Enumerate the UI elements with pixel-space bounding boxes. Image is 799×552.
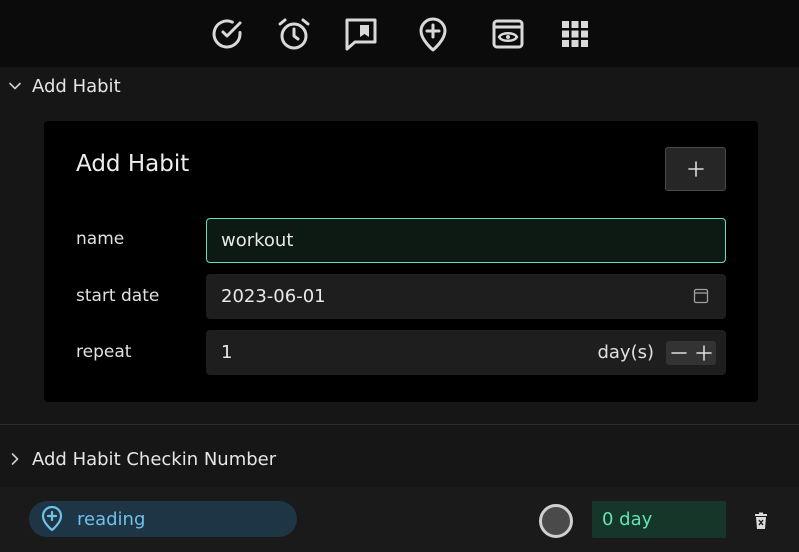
add-habit-button[interactable]: [665, 147, 726, 191]
start-date-value: 2023-06-01: [221, 286, 326, 307]
section-title: Add Habit Checkin Number: [32, 448, 277, 470]
repeat-label: repeat: [76, 342, 132, 362]
card-title: Add Habit: [76, 151, 190, 177]
section-title: Add Habit: [32, 75, 121, 97]
repeat-unit: day(s): [597, 342, 654, 363]
streak-badge: 0 day: [592, 501, 726, 538]
repeat-value: 1: [221, 342, 233, 363]
name-input-value: workout: [221, 230, 294, 251]
repeat-stepper: [666, 341, 716, 365]
plus-icon: [687, 161, 704, 177]
habit-name: reading: [77, 508, 146, 530]
calendar-icon[interactable]: [693, 288, 709, 309]
repeat-input[interactable]: 1 day(s): [206, 330, 726, 375]
comment-bookmark-icon[interactable]: [341, 14, 381, 54]
minus-icon: [670, 352, 687, 354]
section-header-add-habit-checkin-number[interactable]: Add Habit Checkin Number: [0, 440, 799, 478]
habit-tag[interactable]: reading: [29, 501, 297, 537]
decrement-button[interactable]: [668, 342, 690, 364]
check-circle-icon[interactable]: [207, 14, 247, 54]
trash-icon[interactable]: [751, 511, 771, 531]
alarm-clock-icon[interactable]: [274, 14, 314, 54]
increment-button[interactable]: [693, 342, 715, 364]
start-date-picker[interactable]: 2023-06-01: [206, 274, 726, 319]
eye-window-icon[interactable]: [488, 14, 528, 54]
start-date-label: start date: [76, 286, 160, 306]
name-input[interactable]: workout: [206, 218, 726, 263]
top-toolbar: [0, 0, 799, 67]
add-habit-card: Add Habit name workout start date 2023-0…: [44, 121, 758, 402]
location-add-icon[interactable]: [413, 14, 453, 54]
checkin-toggle[interactable]: [539, 504, 573, 538]
plus-icon: [695, 345, 712, 361]
location-add-icon: [39, 506, 65, 532]
divider: [0, 424, 799, 425]
streak-value: 0 day: [602, 509, 653, 530]
name-label: name: [76, 229, 125, 249]
chevron-right-icon: [8, 452, 22, 466]
section-header-add-habit[interactable]: Add Habit: [0, 67, 799, 105]
grid-apps-icon[interactable]: [555, 14, 595, 54]
chevron-down-icon: [8, 79, 22, 93]
habit-list-item: reading 0 day: [0, 487, 799, 552]
